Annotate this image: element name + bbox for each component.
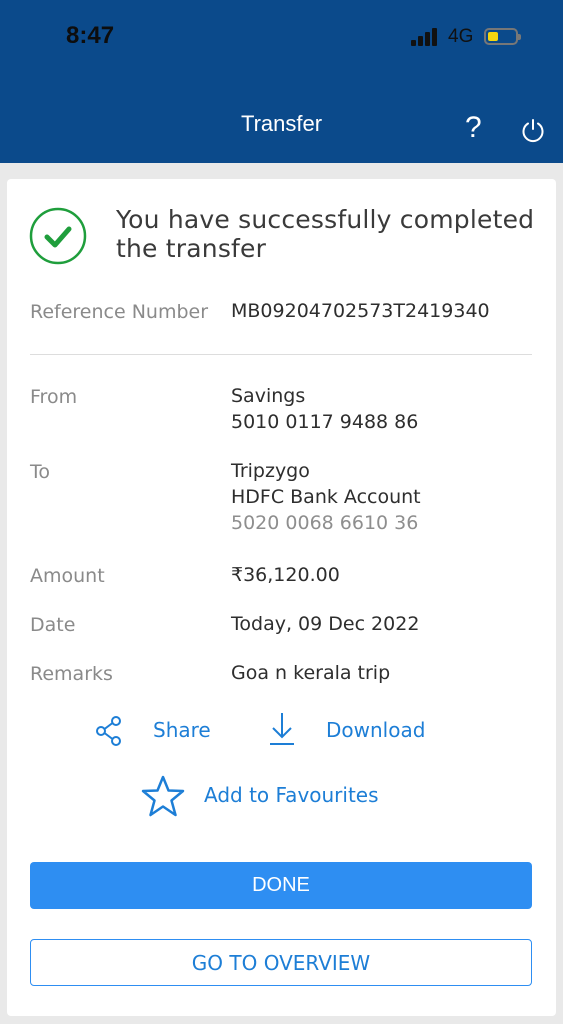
power-icon[interactable] xyxy=(520,117,546,143)
star-icon[interactable] xyxy=(141,774,185,818)
from-account-name: Savings xyxy=(231,385,306,407)
signal-icon xyxy=(411,28,439,46)
to-account-number: 5020 0068 6610 36 xyxy=(231,512,419,534)
date-label: Date xyxy=(30,614,76,636)
add-to-favourites-button[interactable]: Add to Favourites xyxy=(204,783,379,807)
from-account-number: 5010 0117 9488 86 xyxy=(231,411,419,433)
from-label: From xyxy=(30,386,78,408)
network-type: 4G xyxy=(448,26,474,47)
to-bank: HDFC Bank Account xyxy=(231,486,421,508)
share-button[interactable]: Share xyxy=(153,718,211,742)
amount-value: ₹36,120.00 xyxy=(231,564,340,586)
done-button[interactable]: DONE xyxy=(30,862,532,909)
download-icon[interactable] xyxy=(267,711,297,747)
help-icon[interactable]: ? xyxy=(465,111,482,145)
confirmation-card: You have successfully completed the tran… xyxy=(7,179,556,1016)
go-to-overview-button[interactable]: GO TO OVERVIEW xyxy=(30,939,532,986)
reference-value: MB09204702573T2419340 xyxy=(231,300,490,322)
success-message: You have successfully completed the tran… xyxy=(116,205,535,263)
date-value: Today, 09 Dec 2022 xyxy=(231,613,420,635)
amount-label: Amount xyxy=(30,565,105,587)
divider xyxy=(30,354,532,355)
status-time: 8:47 xyxy=(66,22,115,49)
to-label: To xyxy=(30,461,51,483)
remarks-value: Goa n kerala trip xyxy=(231,662,391,684)
app-header: 8:47 4G Transfer ? xyxy=(0,0,563,163)
reference-label: Reference Number xyxy=(30,301,209,323)
success-check-icon xyxy=(29,207,87,265)
battery-icon xyxy=(484,28,521,45)
remarks-label: Remarks xyxy=(30,663,113,685)
download-button[interactable]: Download xyxy=(326,718,425,742)
share-icon[interactable] xyxy=(94,715,124,747)
to-payee: Tripzygo xyxy=(231,460,310,482)
